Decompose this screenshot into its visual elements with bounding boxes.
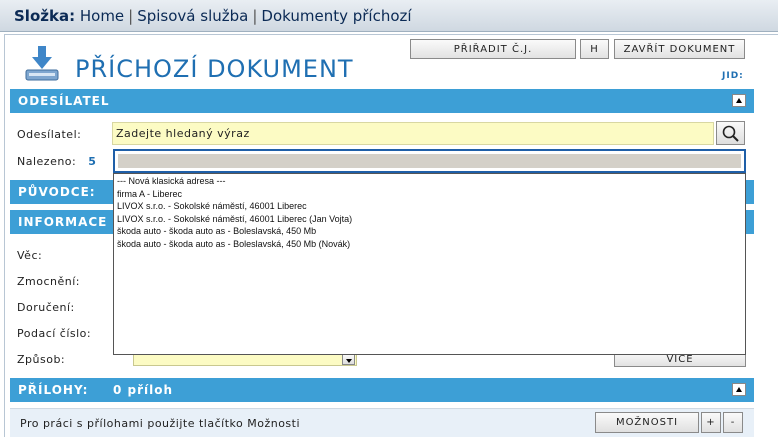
download-document-icon [25, 46, 59, 81]
origin-section-title: PŮVODCE: [18, 185, 96, 199]
breadcrumb-separator: | [252, 7, 258, 25]
sender-label: Odesílatel: [17, 128, 82, 141]
sender-search-input[interactable]: Zadejte hledaný výraz [112, 122, 714, 145]
subject-label: Věc: [17, 249, 43, 262]
sender-results-list[interactable]: --- Nová klasická adresa --- firma A - L… [113, 173, 746, 355]
breadcrumb-folder-label: Složka: [14, 7, 76, 25]
info-section-title: INFORMACE O [18, 215, 124, 229]
remove-attachment-button[interactable]: - [723, 412, 743, 433]
search-button[interactable] [716, 121, 745, 145]
breadcrumb-item-home[interactable]: Home [80, 7, 124, 25]
breadcrumb-separator: | [128, 7, 134, 25]
authorization-label: Zmocnění: [17, 275, 81, 288]
top-bar: Složka: Home | Spisová služba | Dokumenty př… [0, 0, 778, 32]
list-item[interactable]: škoda auto - škoda auto as - Boleslavská… [117, 238, 745, 251]
list-item[interactable]: škoda auto - škoda auto as - Boleslavská… [117, 225, 745, 238]
found-count: 5 [88, 155, 97, 168]
attachments-section-header: PŘÍLOHY: 0 příloh [10, 378, 754, 402]
breadcrumb-item-spisova-sluzba[interactable]: Spisová služba [137, 7, 248, 25]
chevron-down-icon[interactable] [342, 354, 355, 365]
add-attachment-button[interactable]: + [701, 412, 721, 433]
breadcrumb-item-dokumenty-prichozi[interactable]: Dokumenty příchozí [261, 7, 411, 25]
filing-number-label: Podací číslo: [17, 327, 92, 340]
attachments-toolbar: Pro práci s přílohami použijte tlačítko … [10, 408, 754, 437]
attachments-section-title: PŘÍLOHY: [18, 383, 89, 397]
collapse-icon[interactable] [732, 94, 746, 107]
collapse-icon[interactable] [732, 383, 746, 396]
list-item[interactable]: --- Nová klasická adresa --- [117, 175, 745, 188]
jid-label: JID: [722, 71, 744, 81]
select-highlight [118, 154, 741, 168]
attachments-hint: Pro práci s přílohami použijte tlačítko … [20, 417, 301, 430]
found-label: Nalezeno: 5 [17, 155, 96, 168]
options-button[interactable]: MOŽNOSTI [595, 412, 699, 433]
magnifier-icon [722, 125, 739, 142]
method-label: Způsob: [17, 353, 66, 366]
close-document-button[interactable]: ZAVŘÍT DOKUMENT [614, 39, 745, 59]
list-item[interactable]: firma A - Liberec [117, 188, 745, 201]
sender-section-header: ODESÍLATEL [10, 89, 754, 113]
page-title: PŘÍCHOZÍ DOKUMENT [75, 55, 354, 83]
found-label-text: Nalezeno: [17, 155, 77, 168]
h-button[interactable]: H [580, 39, 609, 59]
sender-results-select[interactable] [113, 149, 746, 173]
list-item[interactable]: LIVOX s.r.o. - Sokolské náměstí, 46001 L… [117, 200, 745, 213]
assign-ref-number-button[interactable]: PŘIŘADIT Č.J. [410, 39, 576, 59]
sender-section-title: ODESÍLATEL [18, 94, 110, 108]
list-item[interactable]: LIVOX s.r.o. - Sokolské náměstí, 46001 L… [117, 213, 745, 226]
delivery-label: Doručení: [17, 301, 75, 314]
breadcrumb: Složka: Home | Spisová služba | Dokumenty př… [14, 7, 412, 25]
attachments-count: 0 příloh [113, 383, 174, 397]
